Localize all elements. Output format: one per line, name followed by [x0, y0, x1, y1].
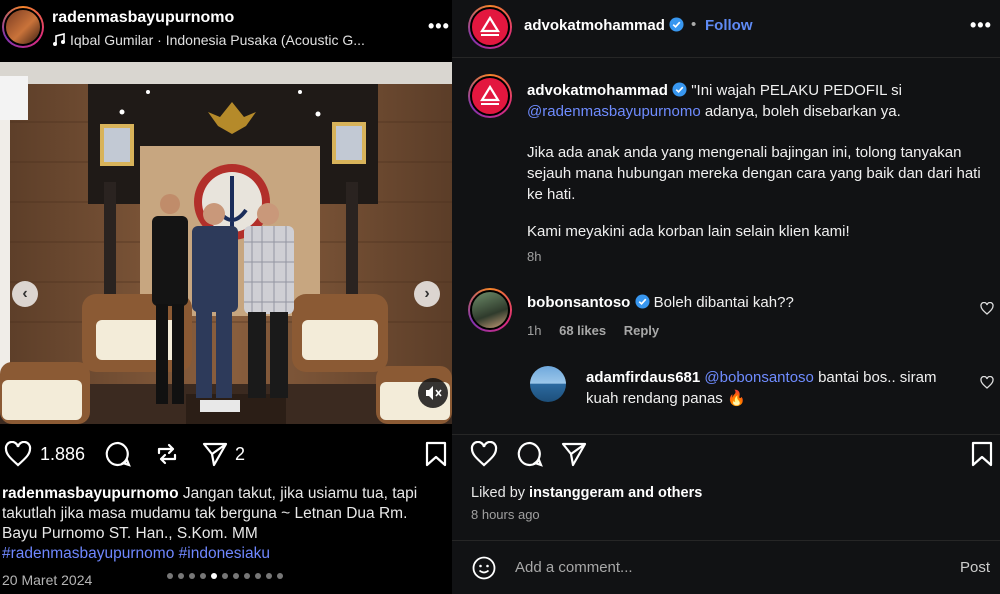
carousel-dot: [178, 573, 184, 579]
music-text: Iqbal Gumilar · Indonesia Pusaka (Acoust…: [70, 32, 365, 48]
caption-paragraph-3: Kami meyakini ada korban lain selain kli…: [527, 223, 850, 240]
caption-p1-a: "Ini wajah PELAKU PEDOFIL si: [691, 82, 902, 99]
carousel-dot: [266, 573, 272, 579]
carousel-next-button[interactable]: ›: [414, 281, 440, 307]
photo-illustration: [0, 62, 452, 424]
caption-paragraph-2: Jika ada anak anda yang mengenali bajing…: [527, 144, 981, 203]
carousel-dot: [167, 573, 173, 579]
right-more-options-icon[interactable]: •••: [970, 15, 992, 36]
comment-icon[interactable]: [516, 440, 544, 468]
speaker-muted-icon: [426, 386, 442, 400]
add-comment-input[interactable]: Add a comment...: [515, 559, 633, 576]
comment-1-meta: 1h 68 likes Reply: [527, 323, 659, 338]
comment-2-mention[interactable]: @bobonsantoso: [704, 369, 813, 386]
comment-icon[interactable]: [104, 440, 132, 468]
carousel-dot: [233, 573, 239, 579]
bookmark-icon[interactable]: [970, 440, 994, 468]
liked-by-prefix: Liked by: [471, 485, 526, 501]
comment-1-username[interactable]: bobonsantoso: [527, 294, 630, 311]
right-actions-bar: [452, 434, 1000, 474]
liked-by-others[interactable]: and others: [628, 485, 702, 501]
left-post-header: radenmasbayupurnomo Iqbal Gumilar · Indo…: [0, 0, 452, 60]
carousel-dot: [200, 573, 206, 579]
comment-1-text: Boleh dibantai kah??: [653, 294, 794, 311]
verified-badge-icon: [669, 17, 684, 32]
right-post: advokatmohammad • Follow ••• advokatmoha…: [452, 0, 1000, 594]
liked-by: Liked by instanggeram and others: [471, 485, 702, 501]
verified-badge-icon: [672, 82, 687, 97]
left-post-date: 20 Maret 2024: [2, 572, 93, 588]
comment-1-like-icon[interactable]: [980, 302, 994, 315]
left-more-options-icon[interactable]: •••: [428, 16, 450, 37]
brand-logo-icon: [480, 84, 500, 105]
comment-avatar-adamfirdaus681[interactable]: [530, 366, 566, 402]
comment-1-time: 1h: [527, 323, 542, 338]
like-heart-icon[interactable]: [4, 441, 32, 467]
comment-1-reply[interactable]: Reply: [624, 323, 659, 338]
left-caption: radenmasbayupurnomo Jangan takut, jika u…: [2, 484, 442, 564]
carousel-dot: [222, 573, 228, 579]
left-avatar[interactable]: [2, 6, 44, 48]
left-caption-username[interactable]: radenmasbayupurnomo: [2, 485, 179, 502]
caption-p1-b: adanya, boleh disebarkan ya.: [704, 103, 901, 120]
left-hashtags[interactable]: #radenmasbayupurnomo #indonesiaku: [2, 545, 270, 562]
bookmark-icon[interactable]: [424, 440, 448, 468]
share-send-icon[interactable]: [560, 441, 588, 467]
left-share-count: 2: [235, 444, 246, 464]
caption-time: 8h: [527, 249, 542, 264]
carousel-dot: [277, 573, 283, 579]
like-heart-icon[interactable]: [470, 441, 498, 467]
right-post-header: advokatmohammad • Follow •••: [452, 0, 1000, 58]
verified-badge-icon: [634, 294, 650, 309]
post-comment-button[interactable]: Post: [960, 559, 990, 576]
caption-mention[interactable]: @radenmasbayupurnomo: [527, 103, 701, 120]
header-bullet: •: [691, 16, 697, 33]
carousel-dot: [189, 573, 195, 579]
post-time: 8 hours ago: [471, 507, 540, 522]
mute-button[interactable]: [418, 378, 448, 408]
emoji-icon[interactable]: [472, 556, 496, 580]
carousel-dot: [255, 573, 261, 579]
comment-avatar-bobonsantoso[interactable]: [468, 288, 512, 332]
left-like-count[interactable]: 1.886: [40, 444, 85, 465]
follow-button[interactable]: Follow: [705, 17, 753, 34]
caption-avatar[interactable]: [468, 74, 512, 118]
left-username[interactable]: radenmasbayupurnomo: [52, 9, 234, 27]
caption-paragraph-1: advokatmohammad "Ini wajah PELAKU PEDOFI…: [527, 80, 987, 122]
music-note-icon: [53, 32, 65, 46]
carousel-prev-button[interactable]: ‹: [12, 281, 38, 307]
comment-1: bobonsantoso Boleh dibantai kah??: [527, 292, 947, 313]
carousel-indicator: [167, 573, 283, 579]
comment-2-like-icon[interactable]: [980, 376, 994, 389]
repost-icon[interactable]: [153, 440, 181, 468]
right-header-avatar[interactable]: [468, 5, 512, 49]
brand-logo-icon: [480, 15, 500, 36]
carousel-dot: [211, 573, 217, 579]
comment-2: adamfirdaus681 @bobonsantoso bantai bos.…: [586, 367, 966, 409]
liked-by-user[interactable]: instanggeram: [529, 485, 624, 501]
right-username-text: advokatmohammad: [524, 17, 665, 34]
comment-1-likes[interactable]: 68 likes: [559, 323, 606, 338]
right-header-username[interactable]: advokatmohammad: [524, 17, 684, 34]
comment-2-username[interactable]: adamfirdaus681: [586, 369, 700, 386]
add-comment-row: Add a comment... Post: [452, 540, 1000, 594]
post-photo[interactable]: [0, 62, 452, 424]
left-post: radenmasbayupurnomo Iqbal Gumilar · Indo…: [0, 0, 452, 594]
share-send-icon[interactable]: [201, 441, 229, 467]
carousel-dot: [244, 573, 250, 579]
music-label[interactable]: Iqbal Gumilar · Indonesia Pusaka (Acoust…: [52, 32, 412, 48]
caption-username[interactable]: advokatmohammad: [527, 82, 668, 99]
